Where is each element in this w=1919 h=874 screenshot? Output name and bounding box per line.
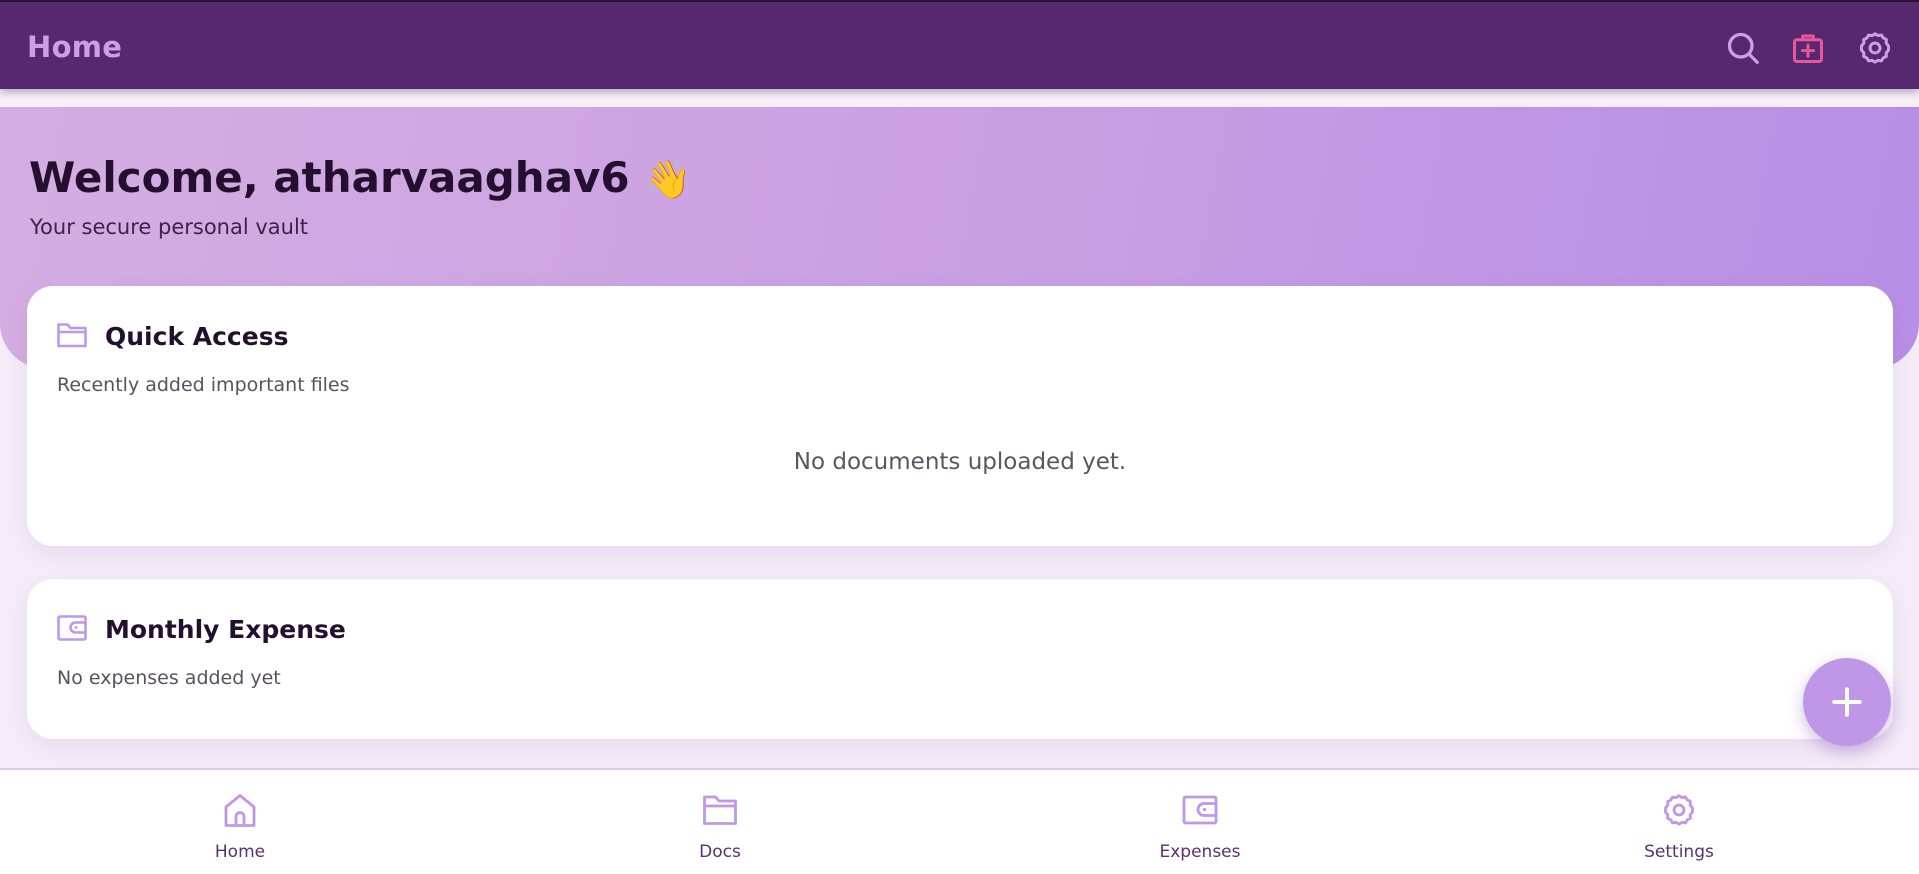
empty-documents-message: No documents uploaded yet. [793,449,1127,475]
home-icon [221,792,259,828]
nav-label-settings: Settings [1644,842,1714,862]
medical-records-button[interactable] [1789,29,1827,67]
header-spacer [0,89,1919,107]
gear-icon [1860,32,1890,64]
quick-access-card: Quick Access Recently added important fi… [27,286,1893,546]
nav-item-expenses[interactable]: Expenses [1130,792,1270,862]
app-root: Home Welcome, atharvaaghav6 👋 Your secur… [0,0,1919,874]
wallet-icon [1181,792,1219,828]
medical-kit-icon [1793,34,1823,63]
top-app-bar: Home [0,0,1919,89]
nav-label-expenses: Expenses [1159,842,1241,862]
welcome-text: Welcome, atharvaaghav6 [29,153,630,202]
search-icon [1727,32,1759,64]
gear-icon [1660,792,1698,828]
nav-item-home[interactable]: Home [170,792,310,862]
nav-label-docs: Docs [699,842,741,862]
welcome-subtitle: Your secure personal vault [30,215,309,239]
welcome-heading: Welcome, atharvaaghav6 👋 [29,153,692,202]
monthly-expense-card: Monthly Expense No expenses added yet [27,579,1893,739]
folder-icon [701,792,739,828]
nav-item-docs[interactable]: Docs [650,792,790,862]
bottom-navigation: Home Docs Expenses Settings [0,768,1919,874]
monthly-expense-description: No expenses added yet [57,667,281,689]
plus-icon [1832,687,1862,717]
nav-item-settings[interactable]: Settings [1609,792,1749,862]
wallet-icon [56,613,88,643]
page-title: Home [27,30,123,64]
nav-label-home: Home [214,842,266,862]
quick-access-description: Recently added important files [57,374,350,396]
search-button[interactable] [1724,29,1762,67]
quick-access-title: Quick Access [105,322,289,351]
monthly-expense-title: Monthly Expense [105,615,346,644]
waving-hand-icon: 👋 [644,157,692,201]
add-button[interactable] [1803,658,1891,746]
settings-button[interactable] [1856,29,1894,67]
folder-icon [56,320,88,350]
